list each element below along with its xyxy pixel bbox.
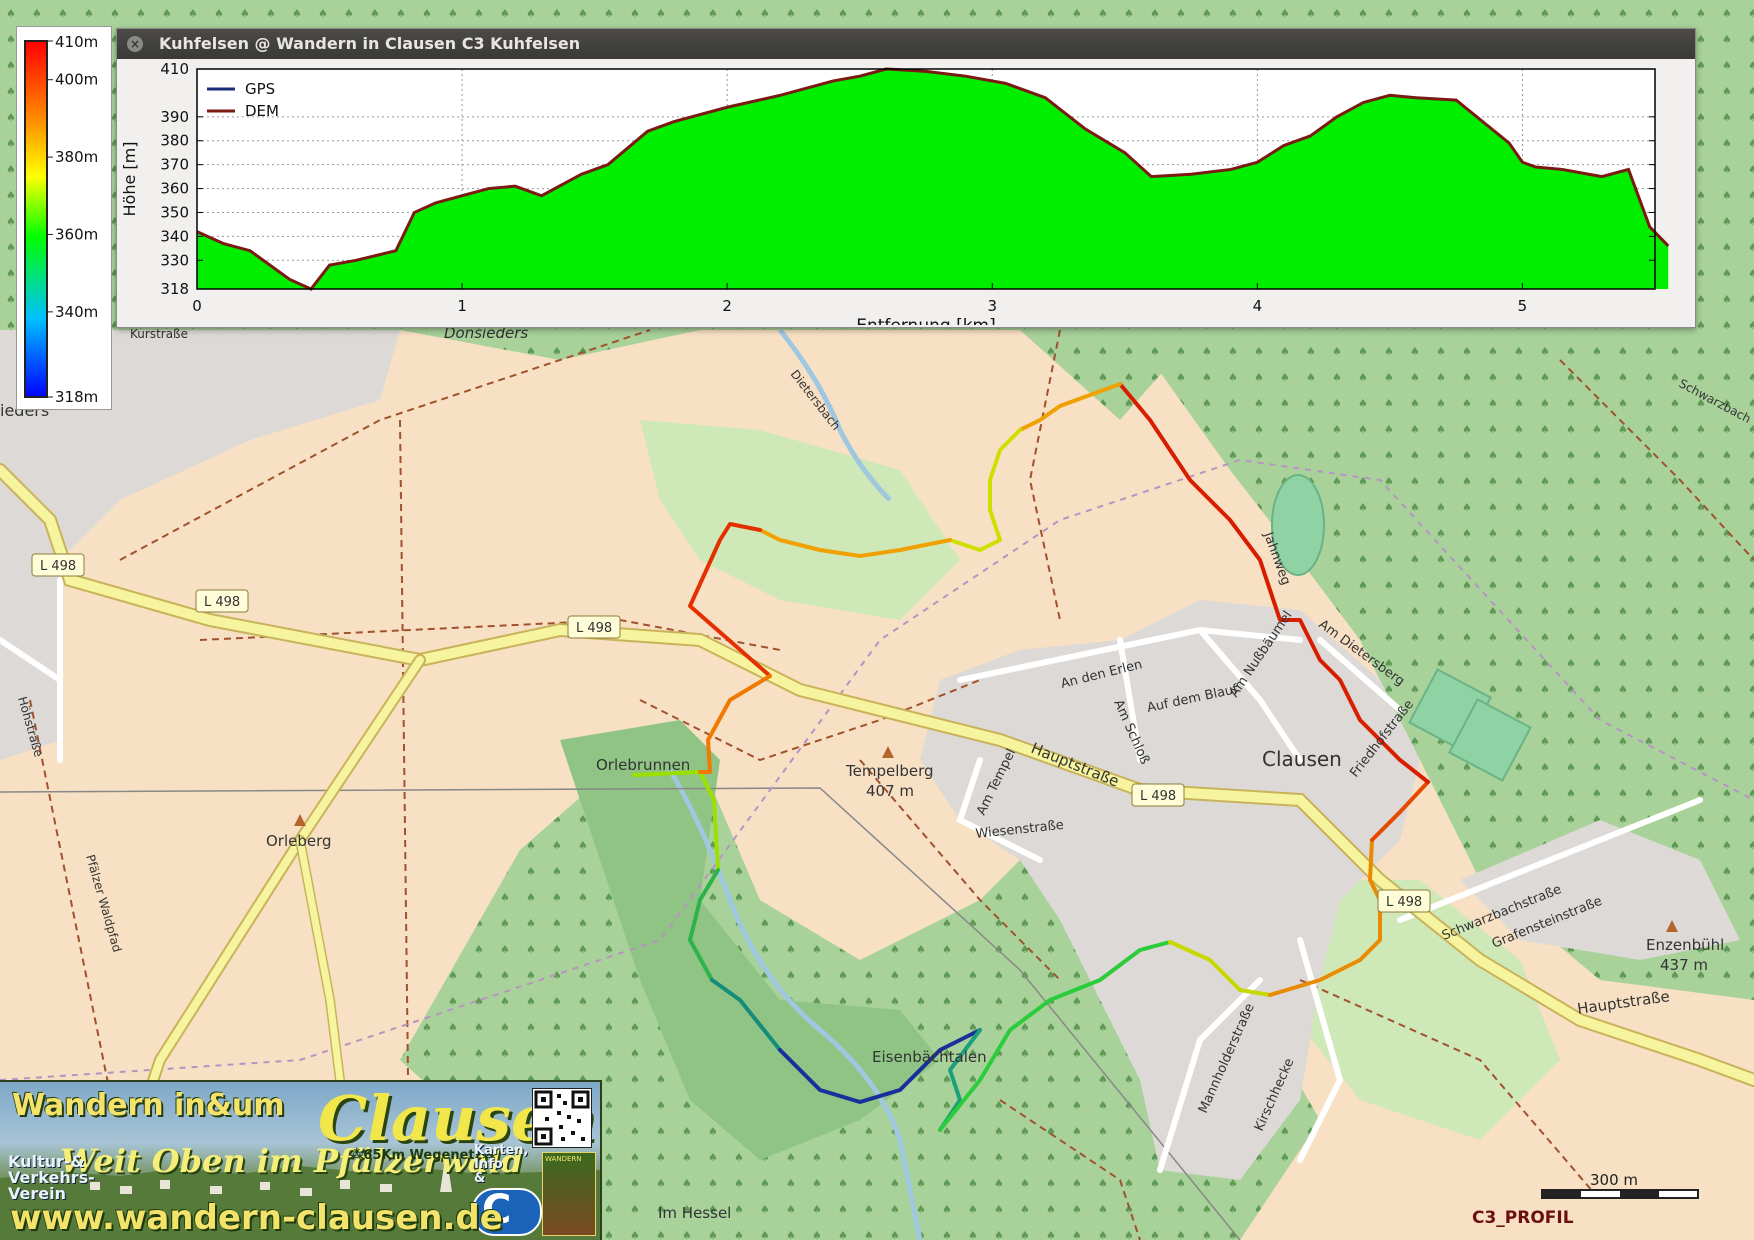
svg-text:L 498: L 498 [1386, 895, 1422, 910]
profile-label: C3_PROFIL [1472, 1208, 1574, 1228]
x-tick-label: 0 [192, 297, 202, 315]
legend-label: 318m [55, 388, 98, 406]
legend-label-dem: DEM [245, 102, 279, 120]
map-stage: ♠ [0, 0, 1754, 1240]
legend-label: 360m [55, 225, 98, 243]
svg-text:L 498: L 498 [1140, 789, 1176, 804]
banner-karten: Karten, Info & [474, 1143, 529, 1186]
svg-text:L 498: L 498 [204, 595, 240, 610]
svg-text:L 498: L 498 [576, 621, 612, 636]
y-tick-label: 390 [160, 108, 189, 126]
y-tick-label: 340 [160, 227, 189, 245]
window-title: Kuhfelsen @ Wandern in Clausen C3 Kuhfel… [159, 34, 581, 53]
banner-verein: Kultur-& Verkehrs- Verein [8, 1152, 95, 1203]
window-titlebar[interactable]: × Kuhfelsen @ Wandern in Clausen C3 Kuhf… [117, 29, 1695, 59]
legend-label: 380m [55, 148, 98, 166]
legend-label: 400m [55, 71, 98, 89]
x-tick-label: 4 [1253, 297, 1263, 315]
elevation-profile-window[interactable]: × Kuhfelsen @ Wandern in Clausen C3 Kuhf… [116, 28, 1696, 328]
y-tick-label: 380 [160, 132, 189, 150]
svg-text:L 498: L 498 [40, 559, 76, 574]
place-orleberg: Orleberg [266, 832, 332, 850]
x-tick-label: 5 [1518, 297, 1528, 315]
road-shield-l498-3: L 498 [567, 615, 621, 639]
y-tick-label: 330 [160, 251, 189, 269]
x-tick-label: 3 [987, 297, 997, 315]
peak-tempelberg-elevation: 407 m [866, 782, 914, 800]
road-shield-l498-4: L 498 [1131, 783, 1185, 807]
place-im-hessel: Im Hessel [658, 1204, 731, 1222]
app-icon[interactable]: WANDERN [542, 1152, 596, 1236]
legend-labels: 410m 400m 380m 360m 340m 318m [47, 33, 98, 406]
legend-label: 340m [55, 303, 98, 321]
banner-title: Wandern in&um [12, 1088, 285, 1123]
place-eisenbaechtalen: Eisenbächtalen [872, 1048, 987, 1066]
y-tick-label: 370 [160, 156, 189, 174]
legend-label: 410m [55, 33, 98, 51]
elevation-profile-chart: 318 330 340 350 360 370 380 390 410 0 1 2 3 4 5 Entfern… [120, 60, 1670, 325]
y-axis-label: Höhe [m] [120, 142, 139, 217]
promo-banner[interactable]: Wandern in&um Clausen Weit Oben im Pfälz… [0, 1080, 602, 1240]
y-tick-label: 360 [160, 180, 189, 198]
peak-tempelberg-name: Tempelberg [845, 762, 934, 780]
y-tick-label: 410 [160, 60, 189, 78]
y-tick-label: 350 [160, 203, 189, 221]
legend-label-gps: GPS [245, 80, 275, 98]
street-kurstrasse: Kurstraße [130, 327, 188, 341]
close-icon[interactable]: × [127, 36, 143, 52]
place-orlebrunnen: Orlebrunnen [596, 756, 690, 774]
x-tick-label: 2 [722, 297, 732, 315]
peak-enzenbuehl-elevation: 437 m [1660, 956, 1708, 974]
peak-enzenbuehl-name: Enzenbühl [1646, 936, 1724, 954]
x-tick-label: 1 [457, 297, 467, 315]
y-tick-label: 318 [160, 280, 189, 298]
road-shield-l498-2: L 498 [195, 589, 249, 613]
x-axis-label: Entfernung [km] [856, 316, 996, 325]
qr-code-icon[interactable] [532, 1088, 592, 1148]
scale-bar [1541, 1189, 1699, 1199]
banner-url[interactable]: www.wandern-clausen.de [10, 1198, 503, 1238]
legend-gradient-bar [24, 40, 48, 398]
road-shield-l498-5: L 498 [1377, 889, 1431, 913]
elevation-color-legend: 410m 400m 380m 360m 340m 318m [16, 26, 112, 410]
place-clausen: Clausen [1262, 747, 1342, 771]
road-shield-l498-west: L 498 [31, 553, 85, 577]
